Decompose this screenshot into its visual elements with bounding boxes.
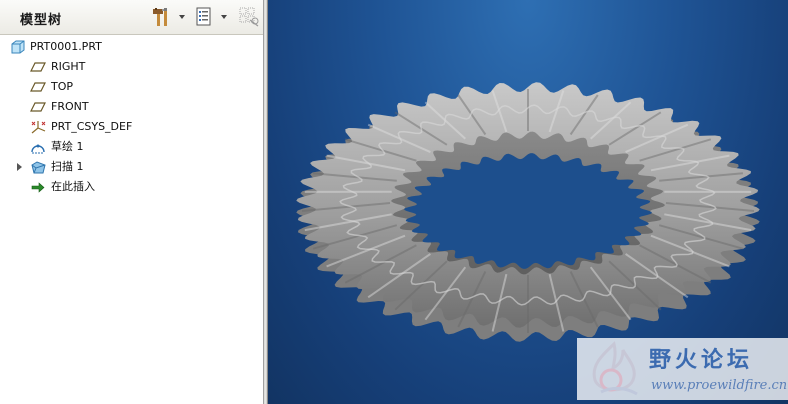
list-icon[interactable] — [194, 6, 214, 28]
sketch-icon — [30, 139, 46, 155]
watermark-url: www.proewildfire.cn — [651, 378, 788, 393]
watermark-name: 野火论坛 — [649, 348, 754, 373]
watermark: 野火论坛 www.proewildfire.cn — [577, 338, 788, 400]
tree-item-label: 在此插入 — [51, 180, 95, 193]
datum-plane-icon — [30, 59, 46, 75]
datum-plane-icon — [30, 79, 46, 95]
tree-item-label: PRT_CSYS_DEF — [51, 120, 133, 133]
tree-item-part[interactable]: PRT0001.PRT — [0, 37, 263, 57]
insert-arrow-icon — [30, 179, 46, 195]
tree-item-right[interactable]: RIGHT — [0, 57, 263, 77]
tree-item-sketch[interactable]: 草绘 1 — [0, 137, 263, 157]
tree-item-label: 草绘 1 — [51, 140, 84, 153]
tools-icon[interactable] — [150, 6, 174, 28]
tree-item-csys[interactable]: PRT_CSYS_DEF — [0, 117, 263, 137]
list-dropdown-arrow[interactable] — [221, 15, 227, 19]
graphics-viewport[interactable]: 野火论坛 www.proewildfire.cn — [268, 0, 788, 404]
tree-item-label: PRT0001.PRT — [30, 40, 102, 53]
tree-item-front[interactable]: FRONT — [0, 97, 263, 117]
tools-dropdown-arrow[interactable] — [179, 15, 185, 19]
datum-plane-icon — [30, 99, 46, 115]
part-icon — [10, 39, 26, 55]
tree-item-insert-here[interactable]: 在此插入 — [0, 177, 263, 197]
tree-item-label: TOP — [51, 80, 74, 93]
sweep-icon — [30, 159, 46, 175]
tree-item-label: RIGHT — [51, 60, 86, 73]
tree-item-top[interactable]: TOP — [0, 77, 263, 97]
tree-item-sweep[interactable]: 扫描 1 — [0, 157, 263, 177]
tree-item-label: FRONT — [51, 100, 89, 113]
model-tree-title: 模型树 — [20, 13, 63, 28]
tree-item-label: 扫描 1 — [51, 160, 84, 173]
flame-logo-icon — [583, 340, 645, 398]
csys-icon — [30, 119, 46, 135]
expand-arrow-icon[interactable] — [17, 163, 22, 171]
model-tree-toolbar: 模型树 — [0, 0, 263, 35]
filter-icon[interactable] — [238, 6, 260, 28]
model-tree-panel: 模型树 PRT0001.PRT RIGHT TOP FRONT PRT_CSYS… — [0, 0, 264, 404]
